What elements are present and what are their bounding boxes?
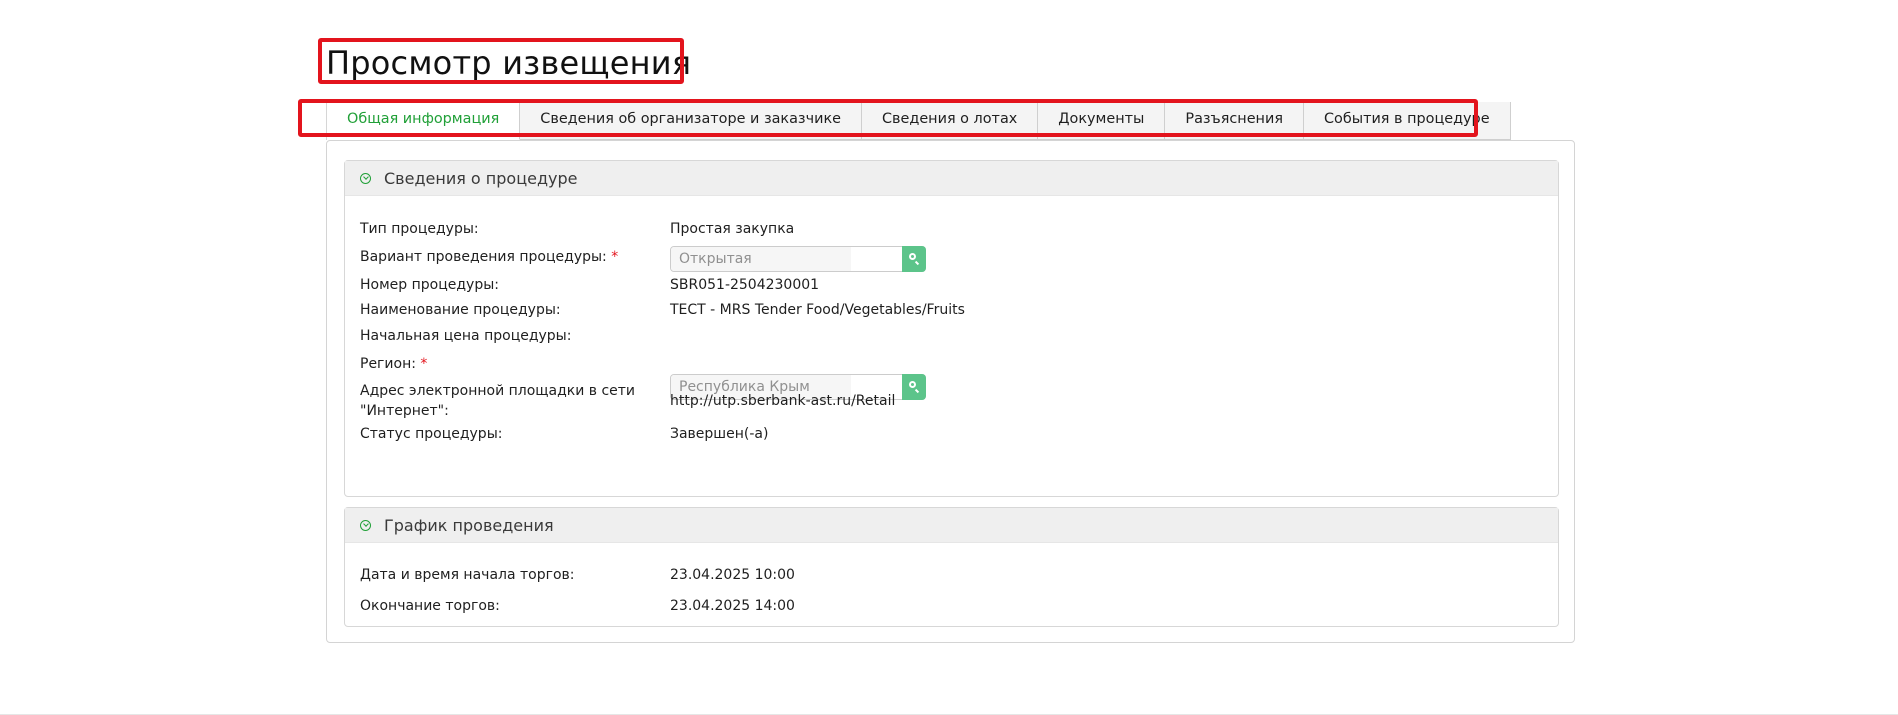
- trading-start-value: 23.04.2025 10:00: [670, 567, 795, 583]
- region-search-button[interactable]: [902, 374, 926, 400]
- procedure-variant-label: Вариант проведения процедуры:: [360, 249, 607, 265]
- procedure-type-label: Тип процедуры:: [360, 221, 479, 237]
- region-label: Регион:: [360, 356, 416, 372]
- title-highlight-box: [318, 38, 684, 84]
- procedure-type-value: Простая закупка: [670, 221, 795, 237]
- schedule-section-header[interactable]: График проведения: [345, 508, 1558, 543]
- procedure-variant-search-button[interactable]: [902, 246, 926, 272]
- trading-end-value: 23.04.2025 14:00: [670, 598, 795, 614]
- schedule-section: График проведения Дата и время начала то…: [344, 507, 1559, 627]
- required-mark: *: [420, 356, 428, 372]
- procedure-number-label: Номер процедуры:: [360, 277, 499, 293]
- tabs-highlight-box: [298, 99, 1478, 137]
- trading-end-label: Окончание торгов:: [360, 598, 500, 614]
- search-icon: [909, 253, 916, 260]
- search-icon: [909, 381, 916, 388]
- platform-address-label-line2: "Интернет":: [360, 403, 449, 419]
- procedure-section-header[interactable]: Сведения о процедуре: [345, 161, 1558, 196]
- required-mark: *: [611, 249, 619, 265]
- procedure-name-value: ТЕСТ - MRS Tender Food/Vegetables/Fruits: [670, 302, 965, 318]
- procedure-section: Сведения о процедуре Тип процедуры: Прос…: [344, 160, 1559, 497]
- procedure-variant-lookup: Открытая: [670, 246, 926, 272]
- procedure-status-label: Статус процедуры:: [360, 426, 503, 442]
- procedure-variant-field[interactable]: Открытая: [671, 247, 851, 271]
- collapse-chevron-icon[interactable]: [360, 172, 371, 184]
- procedure-number-value: SBR051-2504230001: [670, 277, 820, 293]
- procedure-name-label: Наименование процедуры:: [360, 302, 561, 318]
- procedure-price-label: Начальная цена процедуры:: [360, 328, 572, 344]
- schedule-section-title: График проведения: [384, 515, 554, 535]
- trading-start-label: Дата и время начала торгов:: [360, 567, 575, 583]
- collapse-chevron-icon[interactable]: [360, 519, 371, 531]
- procedure-status-value: Завершен(-а): [670, 426, 769, 442]
- platform-address-label-line1: Адрес электронной площадки в сети: [360, 383, 636, 399]
- procedure-section-title: Сведения о процедуре: [384, 168, 578, 188]
- platform-address-value: http://utp.sberbank-ast.ru/Retail: [670, 393, 896, 409]
